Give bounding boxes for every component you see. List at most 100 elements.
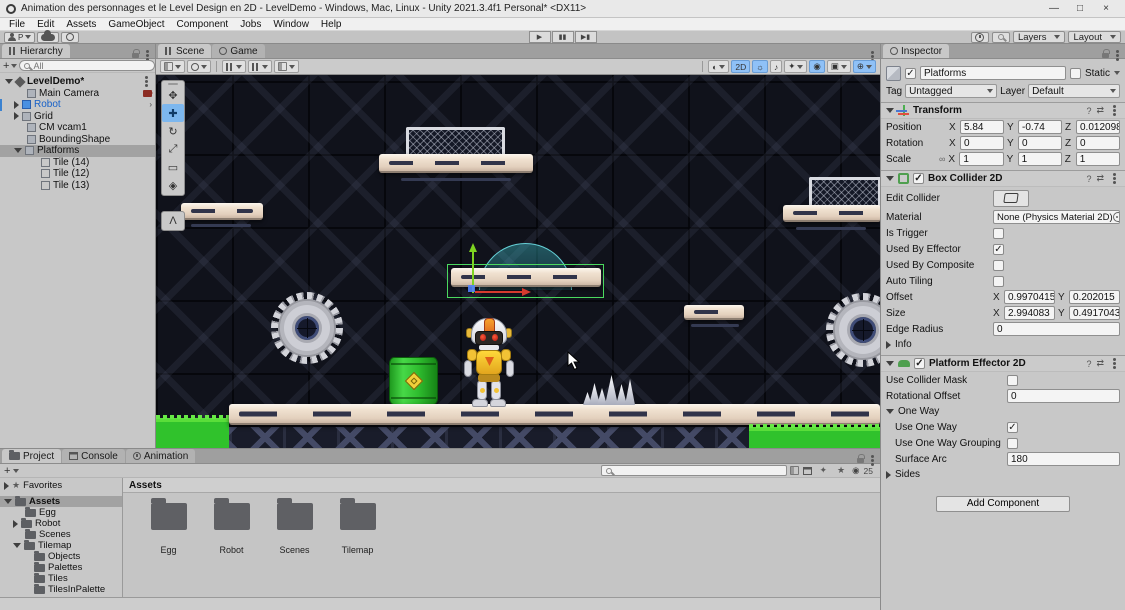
- size-x-field[interactable]: 2.994083: [1004, 306, 1055, 320]
- used-by-effector-checkbox[interactable]: [993, 244, 1004, 255]
- lighting-toggle-button[interactable]: ☼: [752, 60, 768, 73]
- goal-net-top[interactable]: [406, 127, 505, 155]
- global-search-button[interactable]: [992, 32, 1010, 43]
- gizmos-button[interactable]: ⊕: [853, 60, 876, 73]
- surface-arc-field[interactable]: 180: [1007, 452, 1120, 466]
- help-icon[interactable]: ?: [1086, 174, 1091, 184]
- draw-mode-button[interactable]: ◐: [708, 60, 729, 73]
- name-field[interactable]: Platforms: [920, 66, 1066, 80]
- transform-tool-button[interactable]: ◈: [162, 176, 184, 194]
- filter-by-type-icon[interactable]: [803, 467, 812, 475]
- layout-dropdown[interactable]: Layout: [1068, 31, 1121, 43]
- platform-top[interactable]: [379, 154, 533, 173]
- kebab-menu-icon[interactable]: [146, 54, 149, 57]
- lock-icon[interactable]: [1102, 53, 1109, 58]
- kebab-menu-icon[interactable]: [145, 80, 148, 83]
- saw-blade-right[interactable]: [826, 293, 880, 367]
- hierarchy-item-cm-vcam1[interactable]: CM vcam1: [0, 122, 155, 134]
- tree-item-scenes[interactable]: Scenes: [0, 529, 122, 540]
- object-picker-icon[interactable]: [1113, 212, 1120, 222]
- handle-position-button[interactable]: [222, 60, 246, 73]
- move-tool-button[interactable]: ✚: [162, 104, 184, 122]
- tool-settings-button[interactable]: [160, 60, 185, 73]
- menu-gameobject[interactable]: GameObject: [102, 18, 170, 31]
- kebab-menu-icon[interactable]: [1113, 109, 1116, 112]
- is-trigger-checkbox[interactable]: [993, 228, 1004, 239]
- position-y-field[interactable]: -0.74: [1018, 120, 1062, 134]
- foldout-icon[interactable]: [886, 108, 894, 113]
- tree-item-egg[interactable]: Egg: [0, 507, 122, 518]
- hierarchy-item-scene[interactable]: LevelDemo*: [0, 76, 155, 88]
- step-button[interactable]: ▶▮: [575, 31, 597, 43]
- edge-radius-field[interactable]: 0: [993, 322, 1120, 336]
- folder-item-egg[interactable]: Egg: [137, 503, 200, 555]
- tree-item-tiles[interactable]: Tiles: [0, 573, 122, 584]
- hierarchy-item-main-camera[interactable]: Main Camera: [0, 88, 155, 100]
- offset-x-field[interactable]: 0.9970415: [1004, 290, 1055, 304]
- hierarchy-item-robot[interactable]: Robot ›: [0, 99, 155, 111]
- account-button[interactable]: P: [4, 32, 35, 43]
- tag-dropdown[interactable]: Untagged: [905, 84, 997, 98]
- expander-icon[interactable]: [4, 482, 9, 490]
- ground-platform[interactable]: [229, 404, 880, 425]
- move-gizmo-pivot[interactable]: [468, 285, 475, 292]
- tab-scene[interactable]: Scene: [158, 44, 211, 58]
- tree-item-tilemap[interactable]: Tilemap: [0, 540, 122, 551]
- custom-tool-button[interactable]: Λ: [161, 211, 185, 231]
- auto-tiling-checkbox[interactable]: [993, 276, 1004, 287]
- platform-right[interactable]: [783, 205, 880, 222]
- maximize-button[interactable]: □: [1067, 0, 1093, 17]
- help-icon[interactable]: ?: [1086, 359, 1091, 369]
- offset-y-field[interactable]: 0.202015: [1069, 290, 1120, 304]
- goal-net-right[interactable]: [809, 177, 880, 206]
- use-one-way-checkbox[interactable]: [1007, 422, 1018, 433]
- layers-dropdown[interactable]: Layers: [1013, 31, 1066, 43]
- expander-icon[interactable]: [13, 543, 21, 548]
- lock-icon[interactable]: [857, 458, 864, 463]
- project-search[interactable]: [601, 465, 787, 476]
- rect-tool-button[interactable]: ▭: [162, 158, 184, 176]
- spikes[interactable]: [583, 373, 637, 405]
- tree-item-robot[interactable]: Robot: [0, 518, 122, 529]
- robot[interactable]: [459, 318, 521, 408]
- effects-button[interactable]: ✦: [784, 60, 807, 73]
- folder-item-robot[interactable]: Robot: [200, 503, 263, 555]
- size-y-field[interactable]: 0.4917043: [1069, 306, 1120, 320]
- hierarchy-item-tile-14[interactable]: Tile (14): [0, 157, 155, 169]
- component-enabled-checkbox[interactable]: [913, 173, 924, 184]
- tree-item-favorites[interactable]: ★ Favorites: [0, 480, 122, 491]
- folder-item-scenes[interactable]: Scenes: [263, 503, 326, 555]
- tree-item-objects[interactable]: Objects: [0, 551, 122, 562]
- audio-toggle-button[interactable]: ♪: [770, 60, 782, 73]
- menu-component[interactable]: Component: [171, 18, 235, 31]
- scale-tool-button[interactable]: ⤢: [162, 140, 184, 158]
- scale-x-field[interactable]: 1: [959, 152, 1003, 166]
- link-scale-icon[interactable]: ∞: [939, 154, 945, 164]
- barrel[interactable]: [389, 357, 438, 405]
- platform-effector-header[interactable]: Platform Effector 2D ?⇄: [881, 355, 1125, 372]
- hidden-packages-eye-icon[interactable]: ◉: [852, 465, 859, 476]
- one-way-foldout[interactable]: One Way: [881, 404, 1125, 419]
- platform-left[interactable]: [181, 203, 263, 220]
- tab-hierarchy[interactable]: Hierarchy: [2, 44, 70, 58]
- hierarchy-item-tile-12[interactable]: Tile (12): [0, 168, 155, 180]
- create-button[interactable]: +: [4, 466, 10, 476]
- add-component-button[interactable]: Add Component: [936, 496, 1070, 512]
- pause-button[interactable]: ▮▮: [552, 31, 574, 43]
- minimize-button[interactable]: —: [1041, 0, 1067, 17]
- scene-canvas[interactable]: ✥ ✚ ↻ ⤢ ▭ ◈ Λ: [156, 75, 880, 448]
- use-collider-mask-checkbox[interactable]: [1007, 375, 1018, 386]
- play-button[interactable]: ▶: [529, 31, 551, 43]
- undo-history-button[interactable]: [971, 32, 989, 43]
- hierarchy-item-boundingshape[interactable]: BoundingShape: [0, 134, 155, 146]
- lock-icon[interactable]: [132, 53, 139, 58]
- transform-header[interactable]: Transform ?⇄: [881, 102, 1125, 119]
- hierarchy-item-platforms[interactable]: Platforms: [0, 145, 155, 157]
- tab-console[interactable]: Console: [62, 449, 125, 463]
- help-icon[interactable]: ?: [1086, 106, 1091, 116]
- layer-dropdown[interactable]: Default: [1028, 84, 1120, 98]
- menu-assets[interactable]: Assets: [60, 18, 102, 31]
- move-gizmo-x-axis[interactable]: [475, 291, 526, 293]
- kebab-menu-icon[interactable]: [1116, 54, 1119, 57]
- presets-icon[interactable]: ⇄: [1096, 105, 1104, 116]
